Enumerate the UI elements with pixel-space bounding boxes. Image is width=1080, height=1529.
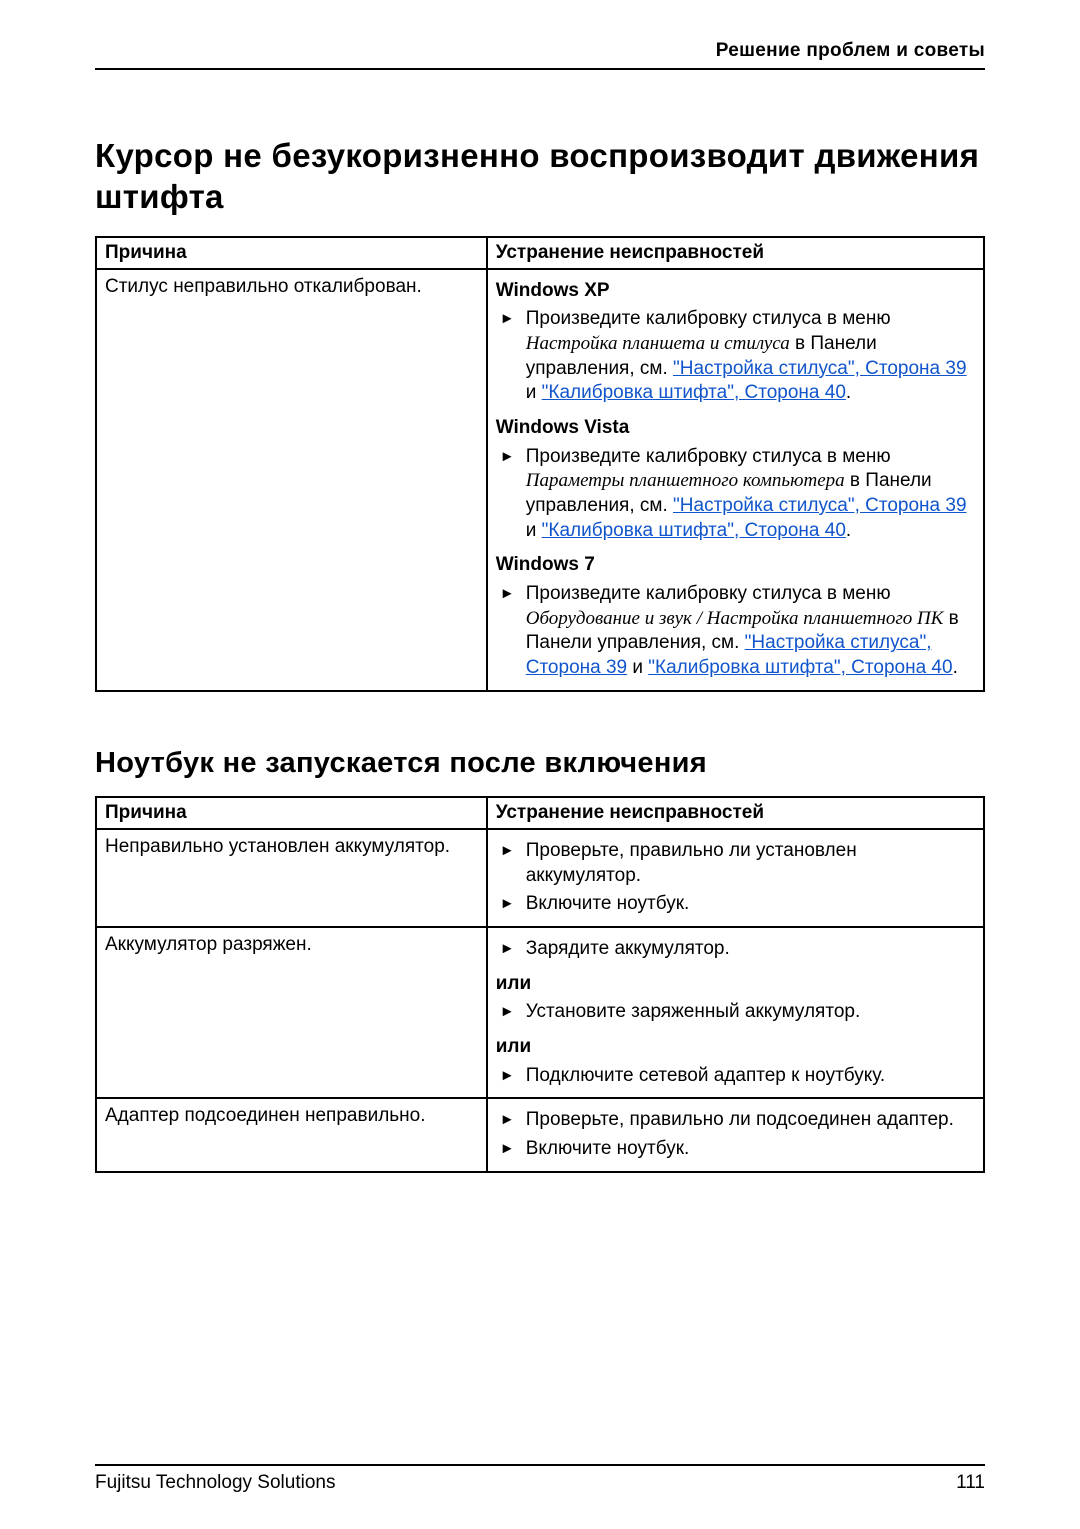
- fix-cell: Проверьте, правильно ли установлен аккум…: [487, 829, 984, 927]
- cause-cell: Адаптер подсоединен неправильно.: [96, 1098, 487, 1171]
- step-list: Зарядите аккумулятор.: [496, 937, 975, 962]
- table-header-row: Причина Устранение неисправностей: [96, 797, 984, 829]
- th-fix: Устранение неисправностей: [487, 797, 984, 829]
- step-list: Проверьте, правильно ли подсоединен адап…: [496, 1108, 975, 1161]
- xref-link[interactable]: "Настройка стилуса", Сторона 39: [673, 358, 967, 379]
- os-heading-w7: Windows 7: [496, 553, 975, 578]
- footer-page-number: 111: [956, 1472, 985, 1494]
- table-row: Аккумулятор разряжен. Зарядите аккумулят…: [96, 927, 984, 1098]
- italic-term: Настройка планшета и стилуса: [526, 333, 790, 354]
- th-cause: Причина: [96, 237, 487, 269]
- os-heading-vista: Windows Vista: [496, 416, 975, 441]
- step-item: Произведите калибровку стилуса в меню На…: [496, 307, 975, 406]
- section-1-title: Курсор не безукоризненно воспроизводит д…: [95, 135, 985, 218]
- text: Произведите калибровку стилуса в меню: [526, 446, 891, 467]
- table-row: Стилус неправильно откалиброван. Windows…: [96, 269, 984, 691]
- troubleshoot-table-2: Причина Устранение неисправностей Неправ…: [95, 796, 985, 1173]
- text: и: [526, 520, 542, 541]
- step-list: Произведите калибровку стилуса в меню Об…: [496, 582, 975, 681]
- text: .: [846, 382, 851, 403]
- step-item: Зарядите аккумулятор.: [496, 937, 975, 962]
- or-separator: или: [496, 1035, 975, 1060]
- xref-link[interactable]: "Калибровка штифта", Сторона 40: [542, 382, 846, 403]
- step-item: Установите заряженный аккумулятор.: [496, 1000, 975, 1025]
- step-list: Установите заряженный аккумулятор.: [496, 1000, 975, 1025]
- cause-cell: Стилус неправильно откалиброван.: [96, 269, 487, 691]
- step-item: Подключите сетевой адаптер к ноутбуку.: [496, 1064, 975, 1089]
- italic-term: Параметры планшетного компьютера: [526, 470, 845, 491]
- th-cause: Причина: [96, 797, 487, 829]
- step-item: Включите ноутбук.: [496, 892, 975, 917]
- step-list: Произведите калибровку стилуса в меню На…: [496, 307, 975, 406]
- text: Произведите калибровку стилуса в меню: [526, 583, 891, 604]
- text: .: [846, 520, 851, 541]
- cause-cell: Неправильно установлен аккумулятор.: [96, 829, 487, 927]
- os-heading-xp: Windows XP: [496, 279, 975, 304]
- xref-link[interactable]: "Настройка стилуса", Сторона 39: [673, 495, 967, 516]
- table-header-row: Причина Устранение неисправностей: [96, 237, 984, 269]
- footer-vendor: Fujitsu Technology Solutions: [95, 1472, 335, 1494]
- table-row: Адаптер подсоединен неправильно. Проверь…: [96, 1098, 984, 1171]
- fix-cell: Windows XP Произведите калибровку стилус…: [487, 269, 984, 691]
- section-2-title: Ноутбук не запускается после включения: [95, 747, 985, 780]
- th-fix: Устранение неисправностей: [487, 237, 984, 269]
- xref-link[interactable]: "Калибровка штифта", Сторона 40: [648, 657, 952, 678]
- xref-link[interactable]: "Калибровка штифта", Сторона 40: [542, 520, 846, 541]
- step-item: Произведите калибровку стилуса в меню Об…: [496, 582, 975, 681]
- page-header: Решение проблем и советы: [95, 40, 985, 70]
- text: .: [953, 657, 958, 678]
- text: Произведите калибровку стилуса в меню: [526, 308, 891, 329]
- step-list: Подключите сетевой адаптер к ноутбуку.: [496, 1064, 975, 1089]
- table-row: Неправильно установлен аккумулятор. Пров…: [96, 829, 984, 927]
- fix-cell: Зарядите аккумулятор. или Установите зар…: [487, 927, 984, 1098]
- cause-cell: Аккумулятор разряжен.: [96, 927, 487, 1098]
- italic-term: Оборудование и звук / Настройка планшетн…: [526, 608, 944, 629]
- fix-cell: Проверьте, правильно ли подсоединен адап…: [487, 1098, 984, 1171]
- step-list: Проверьте, правильно ли установлен аккум…: [496, 839, 975, 917]
- text: и: [526, 382, 542, 403]
- step-item: Включите ноутбук.: [496, 1137, 975, 1162]
- or-separator: или: [496, 972, 975, 997]
- step-item: Произведите калибровку стилуса в меню Па…: [496, 445, 975, 544]
- header-section-title: Решение проблем и советы: [716, 40, 985, 62]
- step-list: Произведите калибровку стилуса в меню Па…: [496, 445, 975, 544]
- text: и: [627, 657, 648, 678]
- step-item: Проверьте, правильно ли установлен аккум…: [496, 839, 975, 888]
- page-footer: Fujitsu Technology Solutions 111: [95, 1464, 985, 1494]
- step-item: Проверьте, правильно ли подсоединен адап…: [496, 1108, 975, 1133]
- page: Решение проблем и советы Курсор не безук…: [0, 0, 1080, 1529]
- troubleshoot-table-1: Причина Устранение неисправностей Стилус…: [95, 236, 985, 692]
